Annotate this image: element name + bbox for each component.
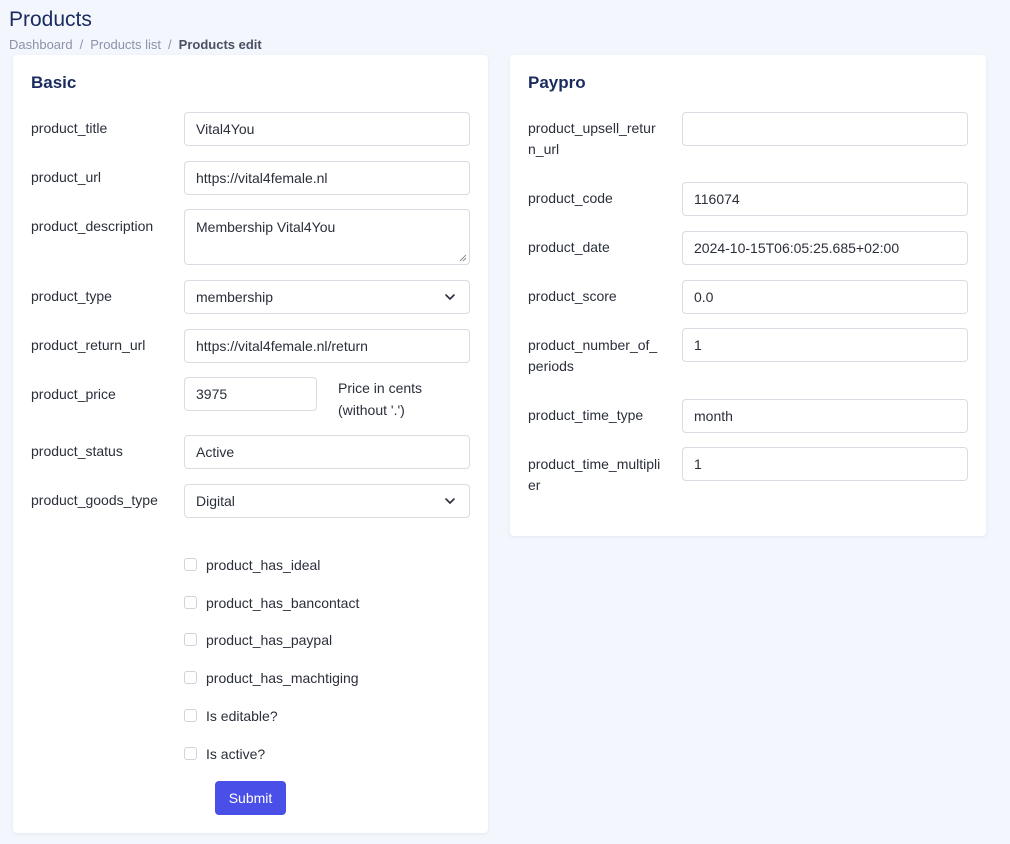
is-editable-label[interactable]: Is editable? [206,706,278,726]
has-bancontact-checkbox[interactable] [184,596,197,609]
product-date-input[interactable]: 2024-10-15T06:05:25.685+02:00 [682,231,968,265]
product-type-select[interactable]: membership [184,280,470,314]
breadcrumb-separator: / [168,37,172,52]
has-paypal-checkbox[interactable] [184,633,197,646]
resize-grip-icon[interactable] [459,254,467,262]
product-time-type-input[interactable]: month [682,399,968,433]
product-title-input[interactable]: Vital4You [184,112,470,146]
product-number-of-periods-label: product_number_of_periods [528,337,658,374]
is-active-label[interactable]: Is active? [206,744,265,764]
product-description-value: Membership Vital4You [196,219,336,235]
basic-card: Basic product_title Vital4You product_ur… [13,55,488,833]
product-price-hint: Price in cents (without '.') [338,380,423,418]
product-type-selected-value: membership [196,289,274,305]
breadcrumb: Dashboard / Products list / Products edit [9,37,262,52]
product-time-multiplier-label: product_time_multiplier [528,456,661,493]
product-code-label: product_code [528,190,613,206]
paypro-card: Paypro product_upsell_return_url product… [510,55,986,536]
product-number-of-periods-input[interactable]: 1 [682,328,968,362]
product-goods-type-selected-value: Digital [196,493,235,509]
has-machtiging-checkbox[interactable] [184,671,197,684]
product-goods-type-select[interactable]: Digital [184,484,470,518]
product-upsell-return-url-input[interactable] [682,112,968,146]
breadcrumb-current: Products edit [178,37,262,52]
is-active-checkbox[interactable] [184,747,197,760]
product-title-label: product_title [31,120,108,136]
product-url-input[interactable]: https://vital4female.nl [184,161,470,195]
product-score-label: product_score [528,288,617,304]
breadcrumb-products-list[interactable]: Products list [90,37,161,52]
product-time-multiplier-input[interactable]: 1 [682,447,968,481]
product-status-input[interactable]: Active [184,435,470,469]
has-ideal-label[interactable]: product_has_ideal [206,555,320,575]
product-return-url-input[interactable]: https://vital4female.nl/return [184,329,470,363]
product-upsell-return-url-label: product_upsell_return_url [528,120,656,157]
chevron-down-icon [445,294,455,300]
breadcrumb-dashboard[interactable]: Dashboard [9,37,73,52]
product-price-label: product_price [31,386,116,402]
has-paypal-label[interactable]: product_has_paypal [206,630,332,650]
breadcrumb-separator: / [79,37,84,52]
has-machtiging-label[interactable]: product_has_machtiging [206,668,359,688]
product-url-label: product_url [31,169,102,185]
page-title: Products [9,8,92,31]
is-editable-checkbox[interactable] [184,709,197,722]
product-return-url-label: product_return_url [31,337,146,353]
product-description-textarea[interactable]: Membership Vital4You [184,209,470,265]
product-time-type-label: product_time_type [528,407,644,423]
product-date-label: product_date [528,239,610,255]
product-score-input[interactable]: 0.0 [682,280,968,314]
basic-card-title: Basic [31,73,77,92]
product-status-label: product_status [31,443,123,459]
has-ideal-checkbox[interactable] [184,558,197,571]
chevron-down-icon [445,498,455,504]
product-code-input[interactable]: 116074 [682,182,968,216]
product-goods-type-label: product_goods_type [31,492,158,508]
product-type-label: product_type [31,288,112,304]
product-description-label: product_description [31,218,154,234]
has-bancontact-label[interactable]: product_has_bancontact [206,593,359,613]
product-price-input[interactable]: 3975 [184,377,317,411]
paypro-card-title: Paypro [528,73,586,92]
submit-button[interactable]: Submit [215,781,286,815]
